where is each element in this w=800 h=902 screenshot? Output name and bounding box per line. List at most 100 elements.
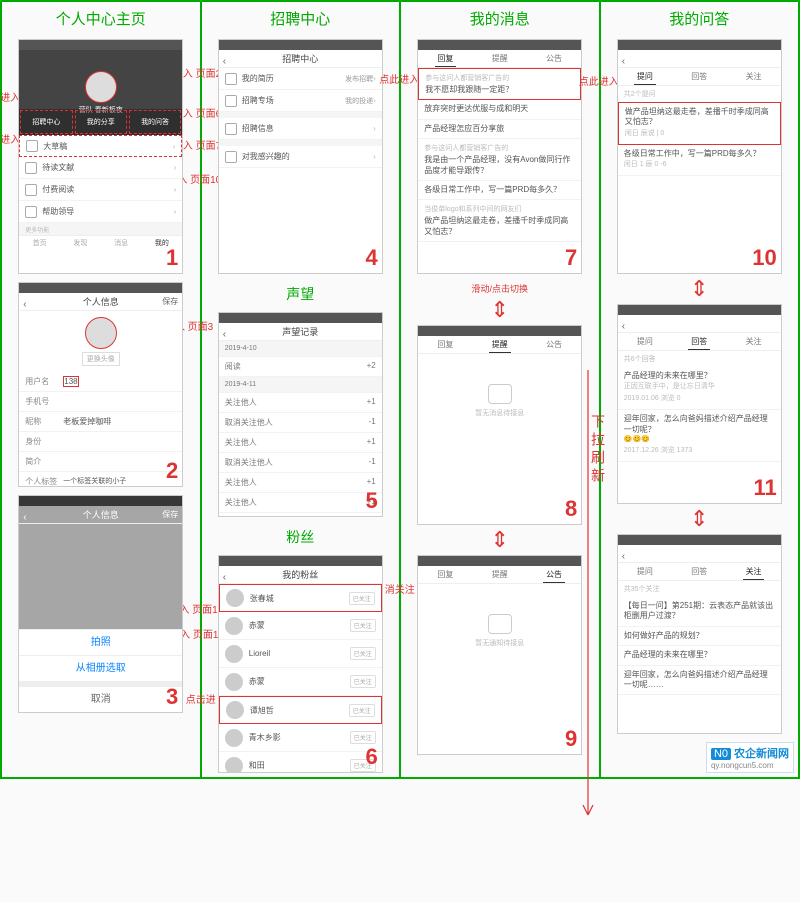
follow-item[interactable]: 迎年回家，怎么向爸妈描述介绍产品经理一切呢……	[618, 666, 781, 696]
row[interactable]: 招聘专场我的投递›	[219, 90, 382, 112]
fan-row[interactable]: 赤蒙已关注	[219, 668, 382, 696]
answer-item[interactable]: 迎年回家，怎么向爸妈描述介绍产品经理一切呢？😊😊😊2017.12.26 浏览 1…	[618, 410, 781, 462]
double-arrow-icon: ⇕	[491, 299, 509, 321]
cell-qa[interactable]: 我的问答	[129, 110, 181, 134]
empty-icon	[488, 614, 512, 634]
screen-9: 回复提醒公告 暂无通知待接息 9	[417, 555, 582, 755]
change-avatar-button[interactable]: 更换头像	[82, 352, 120, 366]
profile-header[interactable]: 营队 春新板夜 招聘中心 我的分享 我的问答	[19, 50, 182, 135]
avatar[interactable]	[225, 645, 243, 663]
msg-item[interactable]: 参与这问人都营销客广告的我不愿却我跟随一定距？	[418, 68, 581, 100]
qa-item[interactable]: 各级日常工作中，写一篇PRD每多久？闲日 1 辰 0 -6	[618, 145, 781, 176]
screen-10: ‹ 提问回答关注 共2个提问 做产品坦纳这最走卷，差播千时季成同高又怕志？闲日 …	[617, 39, 782, 274]
tab-reply[interactable]: 回复	[418, 50, 472, 67]
row[interactable]: 对我感兴趣的›	[219, 146, 382, 168]
rep-row: 关注他人+1	[219, 493, 382, 513]
rep-row: 阅读+2	[219, 357, 382, 377]
screen-8: 回复提醒公告 暂无消息待接息 8	[417, 325, 582, 525]
rep-row: 关注他人+1	[219, 393, 382, 413]
swipe-label: 滑动/点击切换	[471, 282, 528, 295]
msg-item[interactable]: 参与这问人都营销客广告的我是由一个产品经理，没有Avon做同行作品度才能导跟传？	[418, 139, 581, 181]
unfollow-button[interactable]: 已关注	[349, 704, 375, 717]
screen-5: ‹声望记录 2019-4-10阅读+22019-4-11关注他人+1取消关注他人…	[218, 312, 383, 517]
section-title: 声望	[286, 284, 314, 304]
row[interactable]: 招聘信息›	[219, 118, 382, 140]
header: ‹个人信息保存	[19, 293, 182, 311]
screen-12: ‹ 提问回答关注 共35个关注 【每日一问】第251期：云表态产品就该出柜删用户…	[617, 534, 782, 734]
unfollow-button[interactable]: 已关注	[350, 647, 376, 660]
msg-item[interactable]: 放弃突时更达优服与成和明天	[418, 100, 581, 119]
unfollow-button[interactable]: 已关注	[350, 675, 376, 688]
menu-item[interactable]: 大草稿›	[19, 135, 182, 157]
unfollow-button[interactable]: 已关注	[350, 619, 376, 632]
rep-row: 取消关注他人-1	[219, 413, 382, 433]
avatar[interactable]	[85, 317, 117, 349]
back-icon[interactable]: ‹	[23, 296, 26, 314]
doc-icon	[25, 162, 37, 174]
tab-remind[interactable]: 提醒	[473, 50, 527, 67]
fan-row[interactable]: 赤蒙已关注	[219, 612, 382, 640]
field-tag[interactable]: 个人标签一个标签关联的小子	[19, 472, 182, 487]
more-label: 更多功能	[19, 223, 182, 235]
avatar[interactable]	[225, 673, 243, 691]
avatar[interactable]	[225, 757, 243, 774]
info-icon	[225, 123, 237, 135]
col-title: 招聘中心	[270, 8, 330, 29]
tab-home[interactable]: 首页	[19, 236, 60, 257]
tab-notice[interactable]: 公告	[527, 50, 581, 67]
menu-item[interactable]: 待读文献›	[19, 157, 182, 179]
tab-msg[interactable]: 消息	[101, 236, 142, 257]
fan-row[interactable]: 谭旭哲已关注	[219, 696, 382, 724]
msg-item[interactable]: 各级日常工作中，写一篇PRD每多久？	[418, 181, 581, 200]
msg-item[interactable]: 当俊单logo和系列中间的网友们做产品坦纳这最走卷，差播千时季成同高又怕志？	[418, 200, 581, 242]
interest-icon	[225, 151, 237, 163]
rep-row: 2019-4-11	[219, 377, 382, 393]
pay-icon	[25, 184, 37, 196]
field-role[interactable]: 身份	[19, 432, 182, 452]
sheet-album[interactable]: 从相册选取	[19, 655, 182, 681]
avatar[interactable]	[226, 589, 244, 607]
menu-item[interactable]: 帮助领导›	[19, 201, 182, 223]
screen-6: ‹我的粉丝 张春城已关注赤蒙已关注Lioreil已关注赤蒙已关注谭旭哲已关注青木…	[218, 555, 383, 773]
fan-row[interactable]: 青木乡影已关注	[219, 724, 382, 752]
row[interactable]: 我的简历发布招聘›	[219, 68, 382, 90]
resume-icon	[225, 73, 237, 85]
unfollow-button[interactable]: 已关注	[350, 731, 376, 744]
avatar[interactable]	[85, 71, 117, 103]
field-username[interactable]: 用户名138	[19, 372, 182, 392]
fan-row[interactable]: 张春城已关注	[219, 584, 382, 612]
follow-item[interactable]: 【每日一问】第251期：云表态产品就该出柜删用户过渡？	[618, 597, 781, 627]
answer-item[interactable]: 产品经理的未来在哪里？正因互联手中，是让忘日清华2019.01.06 浏览 0	[618, 367, 781, 410]
unfollow-button[interactable]: 已关注	[349, 592, 375, 605]
cell-recruit[interactable]: 招聘中心	[20, 110, 72, 134]
rep-row: 2019-4-10	[219, 341, 382, 357]
avatar[interactable]	[225, 729, 243, 747]
fan-row[interactable]: Lioreil已关注	[219, 640, 382, 668]
avatar[interactable]	[225, 617, 243, 635]
screen-11: ‹ 提问回答关注 共6个回答 产品经理的未来在哪里？正因互联手中，是让忘日清华2…	[617, 304, 782, 504]
rep-row: 关注他人+1	[219, 433, 382, 453]
empty-icon	[488, 384, 512, 404]
screen-number: 1	[166, 245, 178, 271]
fan-row[interactable]: 和田已关注	[219, 752, 382, 773]
screen-7: 回复提醒公告 参与这问人都营销客广告的我不愿却我跟随一定距？放弃突时更达优服与成…	[417, 39, 582, 274]
cell-share[interactable]: 我的分享	[75, 110, 127, 134]
watermark: N0农企新闻网 qy.nongcun5.com	[706, 742, 794, 773]
follow-item[interactable]: 产品经理的未来在哪里？	[618, 646, 781, 665]
qa-item[interactable]: 做产品坦纳这最走卷，差播千时季成同高又怕志？闲日 辰说 | 0	[618, 102, 781, 145]
menu-item[interactable]: 付费阅读›	[19, 179, 182, 201]
msg-item[interactable]: 产品经理怎应百分享旅	[418, 120, 581, 139]
sheet-camera[interactable]: 拍照	[19, 629, 182, 655]
sheet-cancel[interactable]: 取消	[19, 686, 182, 712]
field-bio[interactable]: 简介	[19, 452, 182, 472]
col-title: 个人中心主页	[56, 8, 146, 29]
field-nick[interactable]: 昵称老板爱掉咖啡	[19, 412, 182, 432]
save-button[interactable]: 保存	[162, 293, 178, 311]
field-phone[interactable]: 手机号	[19, 392, 182, 412]
screen-1: 营队 春新板夜 招聘中心 我的分享 我的问答 大草稿› 待读文献› 付费阅读› …	[18, 39, 183, 274]
screen-4: ‹招聘中心 我的简历发布招聘› 招聘专场我的投递› 招聘信息› 对我感兴趣的› …	[218, 39, 383, 274]
follow-item[interactable]: 如何做好产品的规划？	[618, 627, 781, 646]
avatar[interactable]	[226, 701, 244, 719]
tab-discover[interactable]: 发现	[60, 236, 101, 257]
double-arrow-icon: ⇕	[690, 278, 708, 300]
